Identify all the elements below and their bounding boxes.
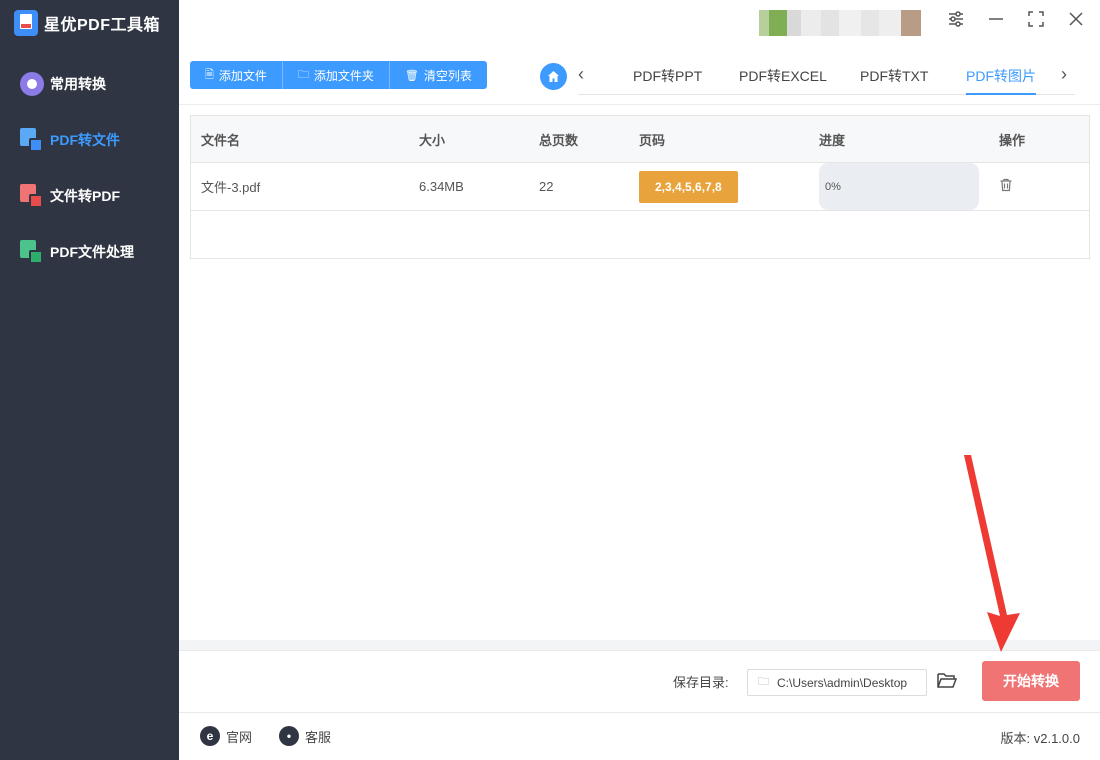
sidebar-item-label: 文件转PDF xyxy=(50,188,120,204)
actions-cell xyxy=(999,163,1013,210)
sidebar-item-label: PDF文件处理 xyxy=(50,244,134,260)
save-directory-path: C:\Users\admin\Desktop xyxy=(777,675,908,690)
header-progress: 进度 xyxy=(819,132,846,148)
header-filename: 文件名 xyxy=(201,132,241,148)
sidebar-item-pdf-to-file[interactable]: PDF转文件 xyxy=(20,126,120,154)
tab-pdf-to-excel[interactable]: PDF转EXCEL xyxy=(739,66,827,86)
header-page-range: 页码 xyxy=(639,132,666,148)
window-controls xyxy=(946,10,1086,30)
website-link[interactable]: e 官网 xyxy=(200,726,252,746)
start-conversion-button[interactable]: 开始转换 xyxy=(982,661,1080,701)
home-button[interactable] xyxy=(540,63,567,90)
chat-icon: • xyxy=(279,726,299,746)
website-label: 官网 xyxy=(226,729,253,745)
chevron-right-icon[interactable]: › xyxy=(1061,64,1067,85)
app-name: 星优PDF工具箱 xyxy=(44,17,161,34)
support-label: 客服 xyxy=(305,729,332,745)
user-avatar[interactable] xyxy=(759,10,921,36)
tab-pdf-to-txt[interactable]: PDF转TXT xyxy=(860,66,928,86)
file-icon: 🗎 xyxy=(205,68,214,81)
progress-text: 0% xyxy=(825,180,841,193)
output-bar xyxy=(179,650,1100,712)
main-panel: 🗎 添加文件 🗀 添加文件夹 🗑 清空列表 ‹ › PDF转PPT PDF转EX… xyxy=(179,0,1100,760)
table-row: 文件-3.pdf 6.34MB 22 2,3,4,5,6,7,8 0% xyxy=(191,163,1089,211)
save-directory-label: 保存目录: xyxy=(673,675,729,690)
sidebar-item-pdf-processing[interactable]: PDF文件处理 xyxy=(20,238,134,266)
trash-icon: 🗑 xyxy=(404,69,419,82)
minimize-icon[interactable] xyxy=(986,10,1006,30)
sidebar: 星优PDF工具箱 常用转换 PDF转文件 文件转PDF PDF文件处理 xyxy=(0,0,179,760)
tab-pdf-to-image[interactable]: PDF转图片 xyxy=(966,66,1036,86)
file-pages: 22 xyxy=(539,179,554,194)
file-name: 文件-3.pdf xyxy=(201,180,261,195)
tab-pdf-to-ppt[interactable]: PDF转PPT xyxy=(633,66,702,86)
add-file-button[interactable]: 🗎 添加文件 xyxy=(190,61,283,89)
pdf-processing-icon xyxy=(20,240,44,264)
file-toolbar: 🗎 添加文件 🗀 添加文件夹 🗑 清空列表 xyxy=(190,61,487,89)
add-folder-button[interactable]: 🗀 添加文件夹 xyxy=(283,61,390,89)
header-total-pages: 总页数 xyxy=(539,132,579,148)
folder-icon: 🗀 xyxy=(297,68,309,81)
page-range-button[interactable]: 2,3,4,5,6,7,8 xyxy=(639,170,738,203)
support-link[interactable]: • 客服 xyxy=(279,726,331,746)
browse-folder-icon[interactable] xyxy=(936,670,958,696)
add-folder-label: 添加文件夹 xyxy=(313,68,374,83)
progress-bar: 0% xyxy=(819,163,979,210)
header-size: 大小 xyxy=(419,132,446,148)
app-title: 星优PDF工具箱 xyxy=(14,10,160,36)
chevron-left-icon[interactable]: ‹ xyxy=(578,64,584,85)
app-logo-icon xyxy=(14,10,38,36)
delete-icon[interactable] xyxy=(999,178,1013,195)
sidebar-item-file-to-pdf[interactable]: 文件转PDF xyxy=(20,182,120,210)
table-header: 文件名 大小 总页数 页码 进度 操作 xyxy=(191,116,1089,163)
sidebar-item-label: 常用转换 xyxy=(50,76,106,92)
page-range-cell: 2,3,4,5,6,7,8 xyxy=(639,163,738,210)
divider xyxy=(179,104,1100,105)
add-file-label: 添加文件 xyxy=(218,68,267,83)
settings-sliders-icon[interactable] xyxy=(946,10,966,30)
maximize-icon[interactable] xyxy=(1026,10,1046,30)
file-size: 6.34MB xyxy=(419,179,464,194)
header-actions: 操作 xyxy=(999,132,1026,148)
flower-icon xyxy=(20,72,44,96)
close-icon[interactable] xyxy=(1066,10,1086,30)
version-label: 版本: v2.1.0.0 xyxy=(1000,731,1080,746)
active-tab-underline xyxy=(966,93,1036,95)
ie-icon: e xyxy=(200,726,220,746)
pdf-to-file-icon xyxy=(20,128,44,152)
clear-list-label: 清空列表 xyxy=(423,68,472,83)
sidebar-item-label: PDF转文件 xyxy=(50,132,120,148)
panel-gap xyxy=(179,640,1100,650)
file-to-pdf-icon xyxy=(20,184,44,208)
home-icon xyxy=(548,71,559,82)
sidebar-item-common-conversion[interactable]: 常用转换 xyxy=(20,70,106,98)
file-table: 文件名 大小 总页数 页码 进度 操作 文件-3.pdf 6.34MB 22 2… xyxy=(190,115,1090,259)
folder-outline-icon: 🗀 xyxy=(758,676,769,688)
save-directory-field[interactable]: 🗀 C:\Users\admin\Desktop xyxy=(747,669,927,696)
clear-list-button[interactable]: 🗑 清空列表 xyxy=(390,61,487,89)
